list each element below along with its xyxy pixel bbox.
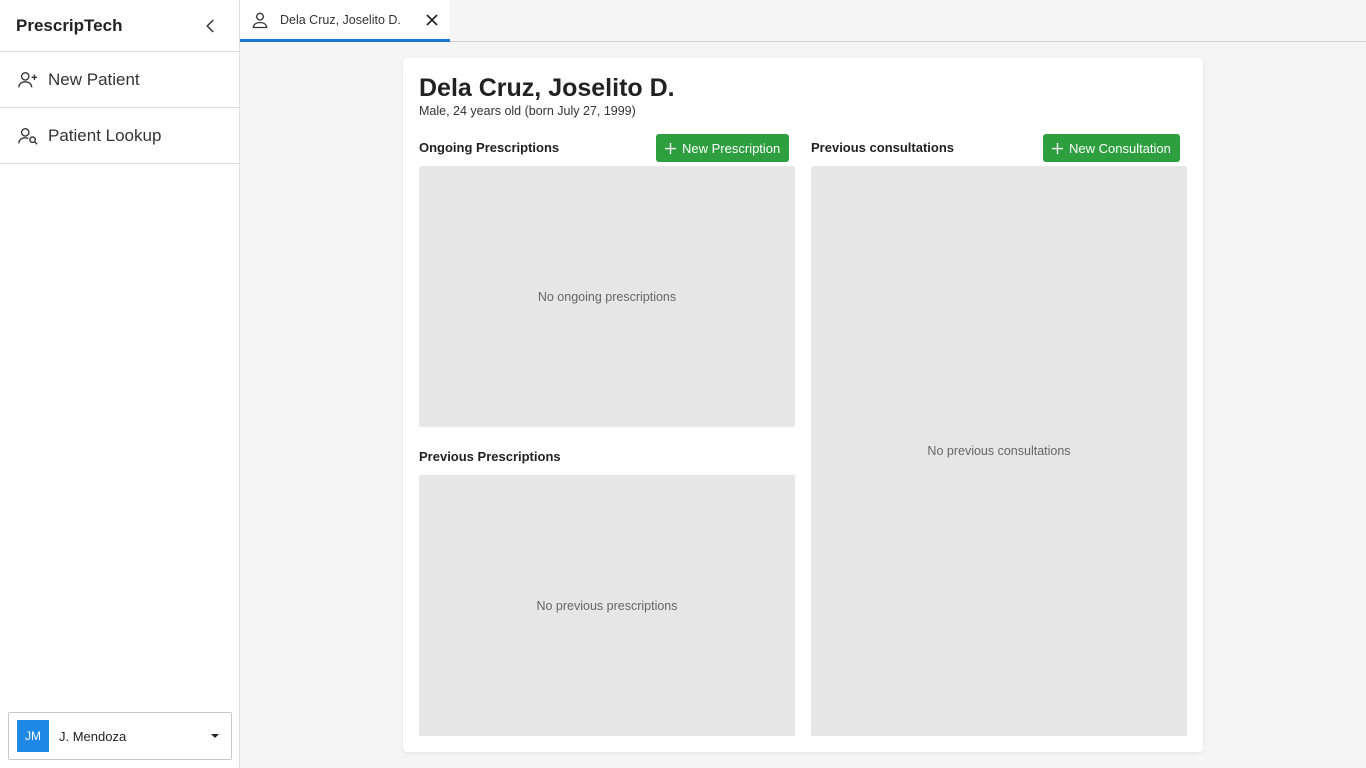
tab-patient[interactable]: Dela Cruz, Joselito D.	[240, 0, 450, 42]
person-add-icon	[16, 68, 40, 92]
patient-details: Male, 24 years old (born July 27, 1999)	[419, 104, 636, 118]
person-search-icon	[16, 124, 40, 148]
user-name: J. Mendoza	[59, 728, 127, 744]
new-consultation-button[interactable]: New Consultation	[1043, 134, 1180, 162]
previous-consultations-panel: No previous consultations	[811, 166, 1187, 736]
plus-icon	[1052, 142, 1063, 154]
previous-prescriptions-panel: No previous prescriptions	[419, 475, 795, 736]
close-tab-button[interactable]	[424, 12, 440, 28]
collapse-sidebar-button[interactable]	[199, 14, 223, 38]
sidebar-header: PrescripTech	[0, 0, 239, 52]
plus-icon	[665, 142, 676, 154]
ongoing-prescriptions-panel: No ongoing prescriptions	[419, 166, 795, 427]
patient-card: Dela Cruz, Joselito D. Male, 24 years ol…	[403, 58, 1203, 752]
sidebar-item-new-patient[interactable]: New Patient	[0, 52, 239, 108]
tab-label: Dela Cruz, Joselito D.	[280, 12, 401, 27]
new-consultation-label: New Consultation	[1069, 140, 1171, 156]
ongoing-prescriptions-title: Ongoing Prescriptions	[419, 140, 560, 155]
empty-state-text: No previous consultations	[927, 444, 1071, 458]
person-icon	[250, 10, 270, 30]
sidebar-item-label: Patient Lookup	[48, 125, 162, 145]
empty-state-text: No previous prescriptions	[536, 598, 678, 613]
new-prescription-button[interactable]: New Prescription	[656, 134, 790, 162]
page-title: Dela Cruz, Joselito D.	[419, 74, 675, 102]
sidebar-item-label: New Patient	[48, 69, 140, 89]
chevron-left-icon	[206, 18, 214, 33]
sidebar: PrescripTech New Patient Patient Lookup	[0, 0, 240, 768]
app-title: PrescripTech	[16, 15, 123, 35]
caret-down-icon	[207, 728, 223, 744]
avatar: JM	[17, 720, 49, 752]
sidebar-item-patient-lookup[interactable]: Patient Lookup	[0, 108, 239, 164]
empty-state-text: No ongoing prescriptions	[537, 289, 677, 304]
new-prescription-label: New Prescription	[682, 140, 781, 156]
previous-prescriptions-title: Previous Prescriptions	[419, 449, 561, 464]
previous-consultations-title: Previous consultations	[811, 140, 955, 155]
tab-bar: Dela Cruz, Joselito D.	[240, 0, 1366, 42]
close-icon	[426, 13, 438, 26]
user-menu[interactable]: JM J. Mendoza	[8, 712, 232, 760]
